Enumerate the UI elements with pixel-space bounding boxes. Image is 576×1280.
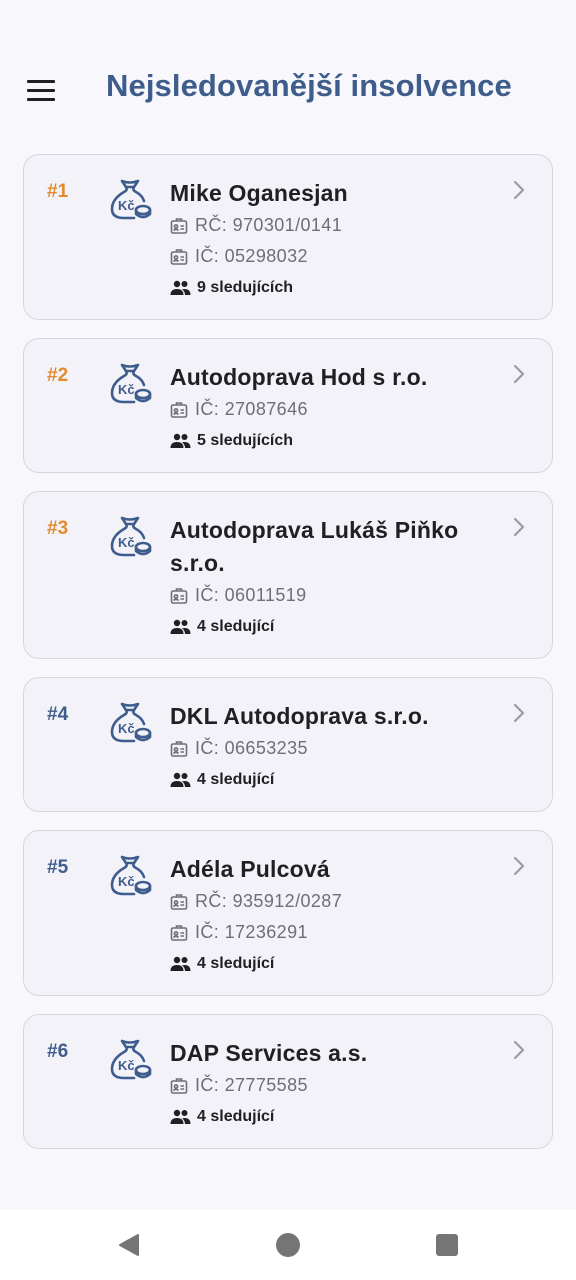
svg-text:Kč: Kč: [118, 535, 135, 550]
svg-text:Kč: Kč: [118, 874, 135, 889]
subject-name: DKL Autodoprava s.r.o.: [170, 703, 429, 729]
subject-name: DAP Services a.s.: [170, 1040, 368, 1066]
money-bag-kc-icon: Kč: [108, 361, 152, 407]
id-card-icon: [170, 401, 195, 419]
birth-number-row: RČ: 970301/0141: [170, 210, 492, 241]
chevron-right-icon: [512, 363, 526, 385]
rank-label: #4: [47, 704, 69, 725]
insolvency-card[interactable]: #3 Kč Autodoprava Lukáš Piňko s.r.o. IČ: 06…: [23, 491, 553, 659]
page-title: Nejsledovanější insolvence: [106, 68, 512, 103]
people-icon: [170, 1109, 197, 1125]
menu-line: [27, 88, 55, 92]
insolvency-card[interactable]: #6 Kč DAP Services a.s. IČ: 27775585 4 sledu…: [23, 1014, 553, 1149]
followers-count: 4 sledující: [197, 955, 275, 972]
subject-name: Adéla Pulcová: [170, 856, 330, 882]
chevron-right-icon: [512, 516, 526, 538]
company-id-row: IČ: 05298032: [170, 241, 492, 272]
followers-count: 4 sledující: [197, 618, 275, 635]
back-triangle-icon[interactable]: [116, 1232, 142, 1258]
followers-row: 4 sledující: [170, 955, 492, 973]
svg-text:Kč: Kč: [118, 382, 135, 397]
followers-row: 4 sledující: [170, 771, 492, 789]
people-icon: [170, 772, 197, 788]
hamburger-menu-icon[interactable]: [22, 74, 60, 106]
id-card-icon: [170, 1077, 195, 1095]
company-id-text: IČ: 05298032: [195, 246, 308, 266]
company-id-text: IČ: 06011519: [195, 585, 307, 605]
followers-count: 9 sledujících: [197, 279, 294, 296]
company-id-row: IČ: 27087646: [170, 394, 492, 425]
svg-text:Kč: Kč: [118, 1058, 135, 1073]
money-bag-kc-icon: Kč: [108, 514, 152, 560]
company-id-row: IČ: 27775585: [170, 1070, 492, 1101]
money-bag-kc-icon: Kč: [108, 1037, 152, 1083]
company-id-text: IČ: 27087646: [195, 399, 308, 419]
followers-row: 5 sledujících: [170, 432, 492, 450]
id-card-icon: [170, 924, 195, 942]
followers-row: 4 sledující: [170, 1108, 492, 1126]
rank-label: #1: [47, 181, 69, 202]
insolvency-card[interactable]: #4 Kč DKL Autodoprava s.r.o. IČ: 06653235 4 …: [23, 677, 553, 812]
birth-number-row: RČ: 935912/0287: [170, 886, 492, 917]
people-icon: [170, 956, 197, 972]
company-id-text: IČ: 06653235: [195, 738, 308, 758]
chevron-right-icon: [512, 702, 526, 724]
app-header: Nejsledovanější insolvence: [0, 0, 576, 150]
rank-label: #5: [47, 857, 69, 878]
insolvency-list: #1 Kč Mike Oganesjan RČ: 970301/0141 IČ: 052…: [23, 154, 553, 1167]
id-card-icon: [170, 740, 195, 758]
followers-count: 5 sledujících: [197, 432, 294, 449]
subject-name: Mike Oganesjan: [170, 180, 348, 206]
followers-row: 9 sledujících: [170, 279, 492, 297]
menu-line: [27, 97, 55, 101]
birth-number-text: RČ: 935912/0287: [195, 891, 343, 911]
company-id-row: IČ: 06011519: [170, 580, 492, 611]
insolvency-card[interactable]: #5 Kč Adéla Pulcová RČ: 935912/0287 IČ: 1723…: [23, 830, 553, 996]
company-id-text: IČ: 27775585: [195, 1075, 308, 1095]
home-circle-icon[interactable]: [275, 1232, 301, 1258]
id-card-icon: [170, 893, 195, 911]
company-id-row: IČ: 06653235: [170, 733, 492, 764]
insolvency-card[interactable]: #2 Kč Autodoprava Hod s r.o. IČ: 27087646 5 …: [23, 338, 553, 473]
id-card-icon: [170, 248, 195, 266]
money-bag-kc-icon: Kč: [108, 177, 152, 223]
id-card-icon: [170, 217, 195, 235]
insolvency-card[interactable]: #1 Kč Mike Oganesjan RČ: 970301/0141 IČ: 052…: [23, 154, 553, 320]
money-bag-kc-icon: Kč: [108, 853, 152, 899]
rank-label: #6: [47, 1041, 69, 1062]
chevron-right-icon: [512, 1039, 526, 1061]
followers-row: 4 sledující: [170, 618, 492, 636]
company-id-row: IČ: 17236291: [170, 917, 492, 948]
chevron-right-icon: [512, 179, 526, 201]
rank-label: #2: [47, 365, 69, 386]
subject-name: Autodoprava Lukáš Piňko s.r.o.: [170, 517, 459, 576]
people-icon: [170, 619, 197, 635]
company-id-text: IČ: 17236291: [195, 922, 308, 942]
people-icon: [170, 280, 197, 296]
svg-text:Kč: Kč: [118, 721, 135, 736]
recents-square-icon[interactable]: [434, 1232, 460, 1258]
id-card-icon: [170, 587, 195, 605]
followers-count: 4 sledující: [197, 771, 275, 788]
followers-count: 4 sledující: [197, 1108, 275, 1125]
menu-line: [27, 79, 55, 83]
svg-text:Kč: Kč: [118, 198, 135, 213]
rank-label: #3: [47, 518, 69, 539]
money-bag-kc-icon: Kč: [108, 700, 152, 746]
chevron-right-icon: [512, 855, 526, 877]
subject-name: Autodoprava Hod s r.o.: [170, 364, 428, 390]
android-navigation-bar: [0, 1210, 576, 1280]
birth-number-text: RČ: 970301/0141: [195, 215, 343, 235]
people-icon: [170, 433, 197, 449]
